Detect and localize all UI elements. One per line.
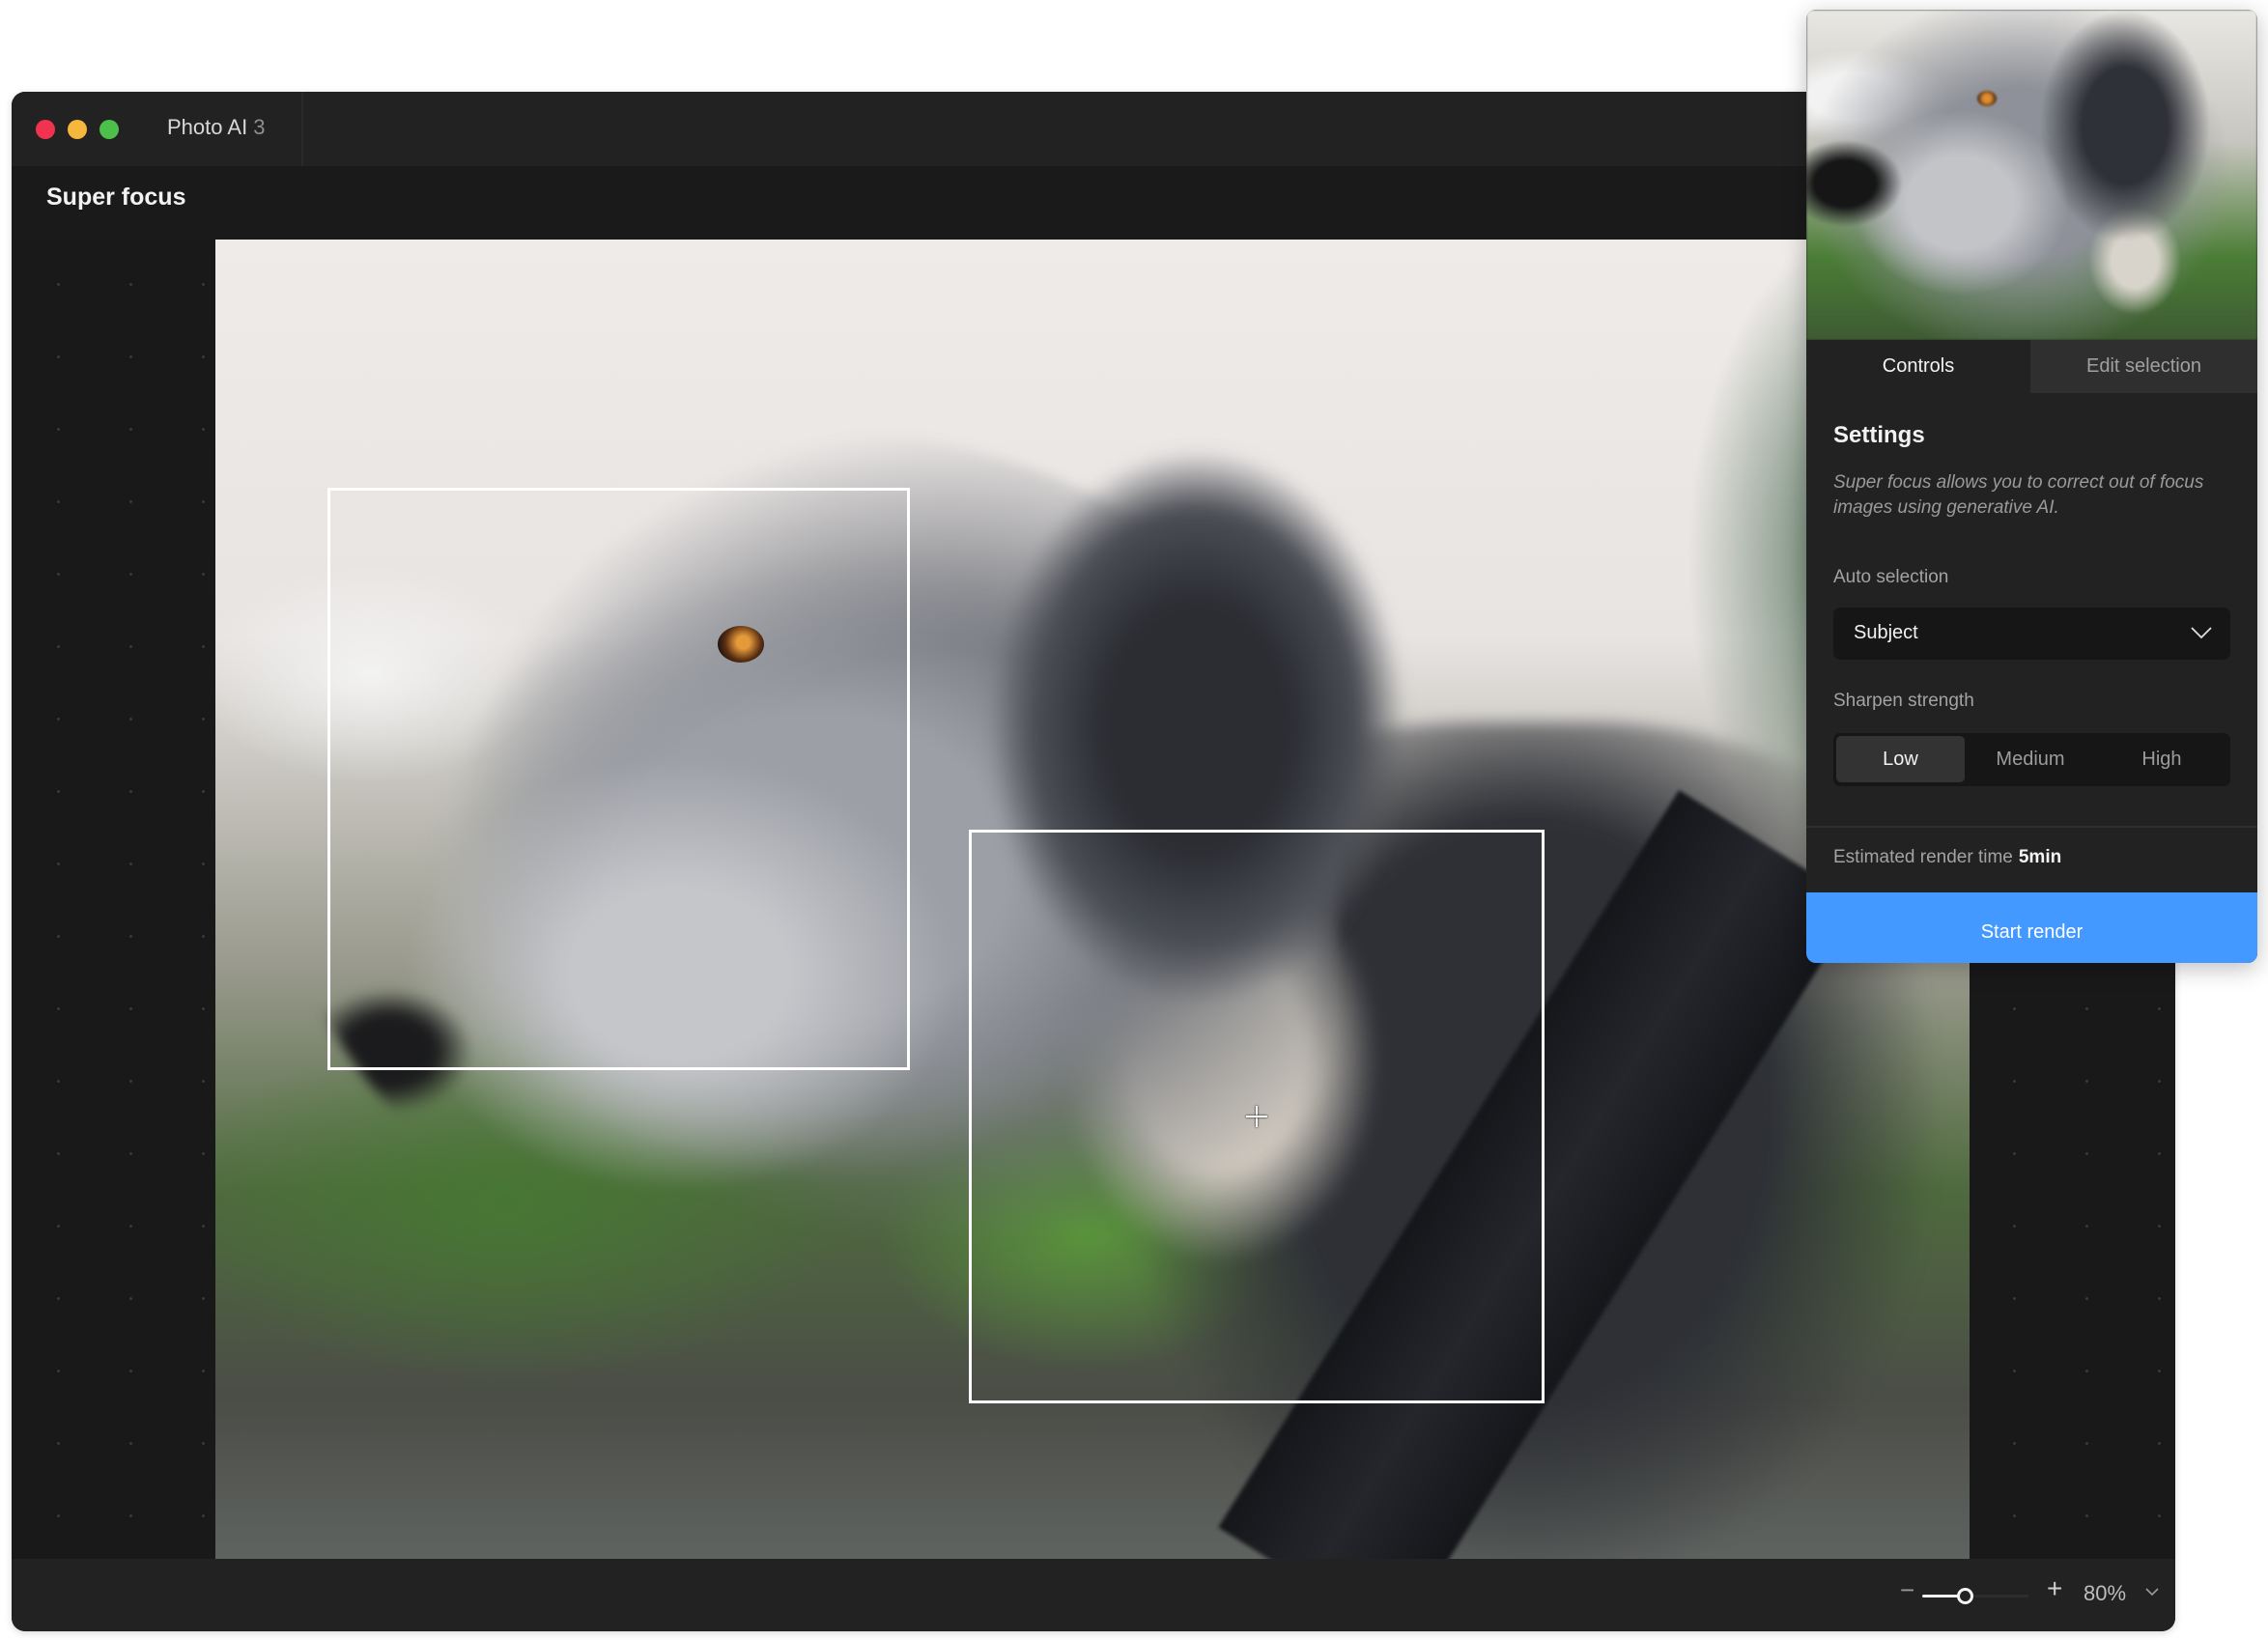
sharpen-option-high[interactable]: High [2096, 736, 2227, 782]
panel-divider [1806, 826, 2257, 828]
close-window-button[interactable] [36, 120, 55, 139]
panel-tabs: Controls Edit selection [1806, 340, 2257, 393]
render-time-value: 5min [2018, 847, 2062, 867]
zoom-slider-thumb[interactable] [1957, 1588, 1973, 1604]
sharpen-strength-selector: Low Medium High [1833, 733, 2230, 786]
footer-bar: − + 80% [12, 1559, 2175, 1631]
app-version: 3 [253, 115, 266, 139]
photo-preview[interactable] [215, 240, 1970, 1559]
start-render-button[interactable]: Start render [1806, 892, 2257, 963]
zoom-out-button[interactable]: − [1900, 1577, 1914, 1602]
zoom-slider[interactable] [1922, 1588, 2028, 1604]
zoom-level-dropdown[interactable]: 80% [2084, 1581, 2126, 1606]
zoom-in-button[interactable]: + [2047, 1575, 2062, 1602]
app-title: Photo AI 3 [167, 115, 265, 140]
tab-edit-selection[interactable]: Edit selection [2030, 340, 2257, 393]
control-panel: Controls Edit selection Settings Super f… [1806, 10, 2257, 963]
chevron-down-icon [2191, 627, 2212, 639]
selection-box-face[interactable] [327, 488, 910, 1070]
titlebar-divider [301, 92, 303, 166]
auto-selection-label: Auto selection [1833, 567, 1949, 587]
navigator-thumbnail[interactable] [1806, 10, 2257, 340]
sharpen-option-medium[interactable]: Medium [1965, 736, 2096, 782]
sharpen-option-low[interactable]: Low [1836, 736, 1965, 782]
auto-selection-value: Subject [1854, 622, 1918, 643]
chevron-down-icon[interactable] [2145, 1585, 2159, 1598]
render-time-label: Estimated render time [1833, 847, 2013, 867]
page-title: Super focus [46, 184, 186, 211]
render-time: Estimated render time 5min [1833, 847, 2061, 868]
settings-description: Super focus allows you to correct out of… [1833, 472, 2204, 518]
sharpen-strength-label: Sharpen strength [1833, 691, 1974, 711]
auto-selection-dropdown[interactable]: Subject [1833, 608, 2230, 660]
app-name: Photo AI [167, 115, 248, 139]
selection-box-neck[interactable] [969, 830, 1545, 1403]
thumbnail-dog-eye [1977, 91, 1997, 106]
minimize-window-button[interactable] [68, 120, 87, 139]
tab-controls[interactable]: Controls [1806, 340, 2030, 393]
maximize-window-button[interactable] [99, 120, 119, 139]
crosshair-icon[interactable] [1246, 1106, 1267, 1127]
settings-heading: Settings [1833, 422, 1925, 448]
